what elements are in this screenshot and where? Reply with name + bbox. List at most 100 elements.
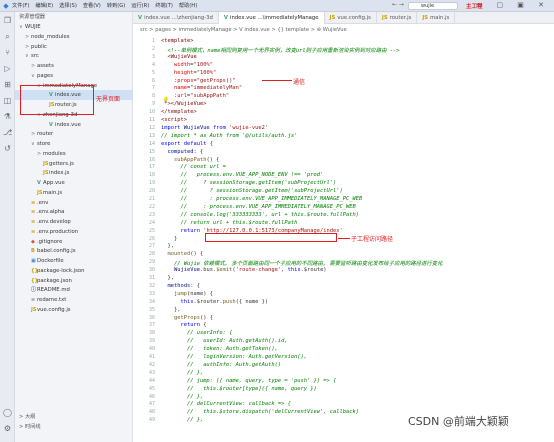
explorer-icon[interactable]: ❐ xyxy=(3,16,12,25)
tree-item-label: package.json xyxy=(37,277,72,284)
code-line: // ? sessionStorage.getItem('subProjectU… xyxy=(161,180,336,186)
code-token: "subAppPath" xyxy=(190,93,230,100)
menu-item[interactable]: 查看(V) xyxy=(83,3,101,9)
code-line: }, xyxy=(161,307,181,313)
tree-item[interactable]: JSindex.js xyxy=(15,168,133,178)
tree-item[interactable]: ≡ .env.develop xyxy=(15,217,133,227)
tree-item[interactable]: Vindex.vue xyxy=(15,120,133,130)
tree-item[interactable]: ∨ src xyxy=(15,51,133,61)
tree-icon[interactable]: ⎇ xyxy=(3,128,12,137)
tree-item[interactable]: {}package-lock.json xyxy=(15,266,133,276)
tab[interactable]: Vindex.vue ...\immediatelyManage xyxy=(218,12,325,24)
gear-icon[interactable]: ⚙ xyxy=(3,424,12,433)
menu-item[interactable]: 终端(T) xyxy=(155,3,173,9)
code-token: // userId: Auth.getAuth().id, xyxy=(161,338,288,345)
source-control-icon[interactable]: ⑂ xyxy=(3,48,12,57)
code-token: // this.$store.dispatch('delCurrentView'… xyxy=(161,409,359,416)
menu-bar: 文件(F) 编辑(E) 选择(S) 查看(V) 转到(G) 运行(R) 终端(T) 帮助(H) xyxy=(12,2,203,9)
line-number: 44 xyxy=(148,377,155,384)
tree-item[interactable]: ≡ .env xyxy=(15,198,133,208)
code-token: { xyxy=(203,322,207,329)
timeline-section[interactable]: > 时间线 xyxy=(15,422,133,432)
outline-section[interactable]: > 大纲 xyxy=(15,412,133,422)
tab-label: main.js xyxy=(430,15,450,21)
code-line: // return url + this.$route.fullPath xyxy=(161,220,297,226)
history-icon[interactable]: ↺ xyxy=(3,144,12,153)
tree-item[interactable]: ▣Dockerfile xyxy=(15,256,133,266)
line-number: 17 xyxy=(148,164,155,171)
menu-item[interactable]: 运行(R) xyxy=(131,3,149,9)
run-debug-icon[interactable]: ▷ xyxy=(3,64,12,73)
code-token: subAppPath xyxy=(161,156,207,163)
tree-item[interactable]: ∨ pages xyxy=(15,71,133,81)
tree-item[interactable]: > node_modules xyxy=(15,32,133,42)
lightbulb-icon[interactable]: 💡 xyxy=(162,97,169,104)
search-icon[interactable]: ⌕ xyxy=(3,32,12,41)
code-line: </template> xyxy=(161,109,197,115)
tree-item[interactable]: JSvue.config.js xyxy=(15,305,133,315)
tree-item-label: store xyxy=(37,141,51,147)
tree-item-label: WUJIE xyxy=(25,24,41,30)
code-editor[interactable]: 1 <template> 2 <!--单例模式，name相同则复用一个无界实例，改变… xyxy=(133,36,554,442)
line-number: 48 xyxy=(148,409,155,416)
menu-item[interactable]: 选择(S) xyxy=(59,3,77,9)
tree-item[interactable]: ≡ redame.txt xyxy=(15,295,133,305)
menu-item[interactable]: 帮助(H) xyxy=(179,3,197,9)
code-line: export default { xyxy=(161,141,213,147)
line-number: 37 xyxy=(148,322,155,329)
menu-item[interactable]: 转到(G) xyxy=(107,3,125,9)
line-number: 45 xyxy=(148,385,155,392)
breadcrumb[interactable]: src > pages > immediatelyManage > V inde… xyxy=(140,27,347,33)
search-input[interactable]: wujie xyxy=(408,2,458,10)
tree-item[interactable]: ∨ store xyxy=(15,139,133,149)
remote-icon[interactable]: ◫ xyxy=(3,96,12,105)
tree-item[interactable]: ∨ WUJIE xyxy=(15,22,133,32)
menu-item[interactable]: 文件(F) xyxy=(12,3,29,9)
tree-item[interactable]: {}package.json xyxy=(15,276,133,286)
url-annotation: 子工程访问路径 xyxy=(351,236,394,243)
tree-item[interactable]: ≡ .env.alpha xyxy=(15,207,133,217)
explorer-header: 资源管理器 xyxy=(19,14,45,20)
test-icon[interactable]: ⚗ xyxy=(3,112,12,121)
tree-item[interactable]: ◆ .gitignore xyxy=(15,237,133,247)
code-line: // }, xyxy=(161,370,203,376)
code-line: // Wujie 依赖模式, 多个页面路由同一个子应用的不同路由, 需要监听路由… xyxy=(161,259,443,267)
code-token: : { xyxy=(190,282,200,289)
file-icon: V xyxy=(138,15,143,21)
code-token: this xyxy=(287,267,301,274)
tree-item[interactable]: JSmain.js xyxy=(15,188,133,198)
tree-item[interactable]: > assets xyxy=(15,61,133,71)
tab[interactable]: JS vue.config.js xyxy=(325,12,377,24)
menu-item[interactable]: 编辑(E) xyxy=(35,3,53,9)
tree-item[interactable]: JSgetters.js xyxy=(15,159,133,169)
code-line: // this.$store.dispatch('delCurrentView'… xyxy=(161,409,359,415)
wujie-page-annotation: 无界页面 xyxy=(96,96,121,103)
tree-item[interactable]: > public xyxy=(15,42,133,52)
tab[interactable]: JS main.js xyxy=(417,12,456,24)
sidebar-footer: > 大纲 > 时间线 xyxy=(15,412,133,432)
window-controls[interactable]: ▭ ▢ ▣ ✕ xyxy=(476,1,550,9)
tree-item-label: .env.develop xyxy=(37,219,71,225)
tree-item[interactable]: ⓘREADME.md xyxy=(15,285,133,295)
tab[interactable]: JS router.js xyxy=(377,12,418,24)
tree-item[interactable]: > router xyxy=(15,129,133,139)
code-token: // }, xyxy=(161,417,204,424)
code-token: // jump: ({ name, query, type = 'push' }… xyxy=(161,377,337,384)
code-token: <WujieVue xyxy=(161,53,197,60)
annotation-arrow xyxy=(262,80,292,81)
tree-item[interactable]: V App.vue xyxy=(15,178,133,188)
tree-item[interactable]: Bbabel.config.js xyxy=(15,246,133,256)
code-line: <!--单例模式，name相同则复用一个无界实例，改变url则子应用重新渲染实例… xyxy=(161,46,399,54)
code-token: WujieVue xyxy=(183,124,213,131)
account-icon[interactable]: ◯ xyxy=(3,408,12,417)
line-number: 7 xyxy=(151,85,155,92)
extensions-icon[interactable]: ⊞ xyxy=(3,80,12,89)
line-number: 27 xyxy=(148,243,155,250)
code-token: $emit xyxy=(216,267,233,274)
tree-item[interactable]: > modules xyxy=(15,149,133,159)
tab[interactable]: Vindex.vue ...\zhenjiang-3d xyxy=(133,12,219,24)
tree-item[interactable]: ≡ .env.production xyxy=(15,227,133,237)
nav-arrows[interactable]: ← → xyxy=(392,1,404,8)
code-token: "100%" xyxy=(196,69,217,76)
tree-item-label: App.vue xyxy=(43,180,65,186)
